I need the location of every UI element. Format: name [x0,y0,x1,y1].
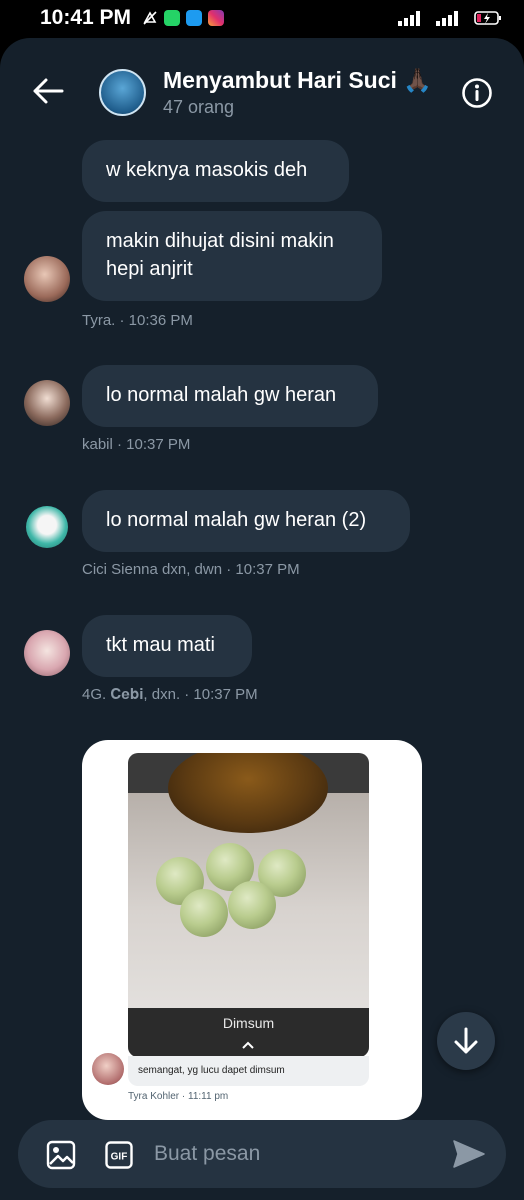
group-avatar[interactable] [99,69,146,116]
message-composer: GIF [18,1120,506,1188]
member-count: 47 orang [163,97,235,117]
info-icon[interactable] [461,77,493,109]
avatar[interactable] [26,506,68,548]
scroll-down-arrow-icon [454,1027,478,1054]
message-text: makin dihujat disini makin hepi anjrit [106,230,334,280]
whatsapp-icon [164,10,180,26]
message-text: lo normal malah gw heran [106,384,337,406]
message-bubble[interactable]: lo normal malah gw heran (2) [82,490,410,552]
avatar [92,1053,124,1085]
group-title[interactable]: Menyambut Hari Suci 🙏🏿 [163,67,432,94]
message-bubble[interactable]: w keknya masokis deh [82,140,349,202]
message-meta: Tyra. · 10:36 PM [82,312,193,329]
message-input[interactable] [154,1132,434,1176]
message-meta: Cici Sienna dxn, dwn · 10:37 PM [82,561,300,578]
message-text: lo normal malah gw heran (2) [106,509,367,531]
message-text: w keknya masokis deh [106,159,308,181]
reply-text: semangat, yg lucu dapet dimsum [128,1056,369,1086]
back-arrow-icon[interactable] [30,76,66,106]
chevron-up-icon[interactable] [240,1040,256,1050]
gif-icon[interactable]: GIF [105,1141,133,1169]
message-text: tkt mau mati [106,634,215,656]
food-photo[interactable] [128,753,369,1057]
photo-caption: Dimsum [222,1015,275,1031]
shared-media-card[interactable]: Dimsum semangat, yg lucu dapet dimsum Ty… [82,740,422,1120]
svg-text:GIF: GIF [111,1152,128,1163]
message-bubble[interactable]: tkt mau mati [82,615,252,677]
battery-icon [474,11,501,25]
status-bar: 10:41 PM [0,0,524,38]
reply-meta: Tyra Kohler · 11:11 pm [128,1091,229,1102]
message-meta: kabil · 10:37 PM [82,436,191,453]
avatar[interactable] [24,630,70,676]
chat-header: Menyambut Hari Suci 🙏🏿 47 orang [0,38,524,136]
chat-screen: Menyambut Hari Suci 🙏🏿 47 orang w keknya… [0,38,524,1200]
signal-icon [436,10,458,26]
image-icon[interactable] [46,1140,76,1170]
message-bubble[interactable]: lo normal malah gw heran [82,365,378,427]
status-time: 10:41 PM [40,6,132,29]
silent-mode-icon [143,11,157,25]
avatar[interactable] [24,380,70,426]
send-icon[interactable] [452,1138,486,1170]
message-meta: 4G. 𝐂𝐞𝐛𝐢, dxn. · 10:37 PM [82,686,258,703]
scroll-down-button[interactable] [437,1012,495,1070]
signal-icon [398,10,420,26]
avatar[interactable] [24,256,70,302]
notification-icons [142,10,224,26]
message-bubble[interactable]: makin dihujat disini makin hepi anjrit [82,211,382,301]
twitter-icon [186,10,202,26]
instagram-icon [208,10,224,26]
